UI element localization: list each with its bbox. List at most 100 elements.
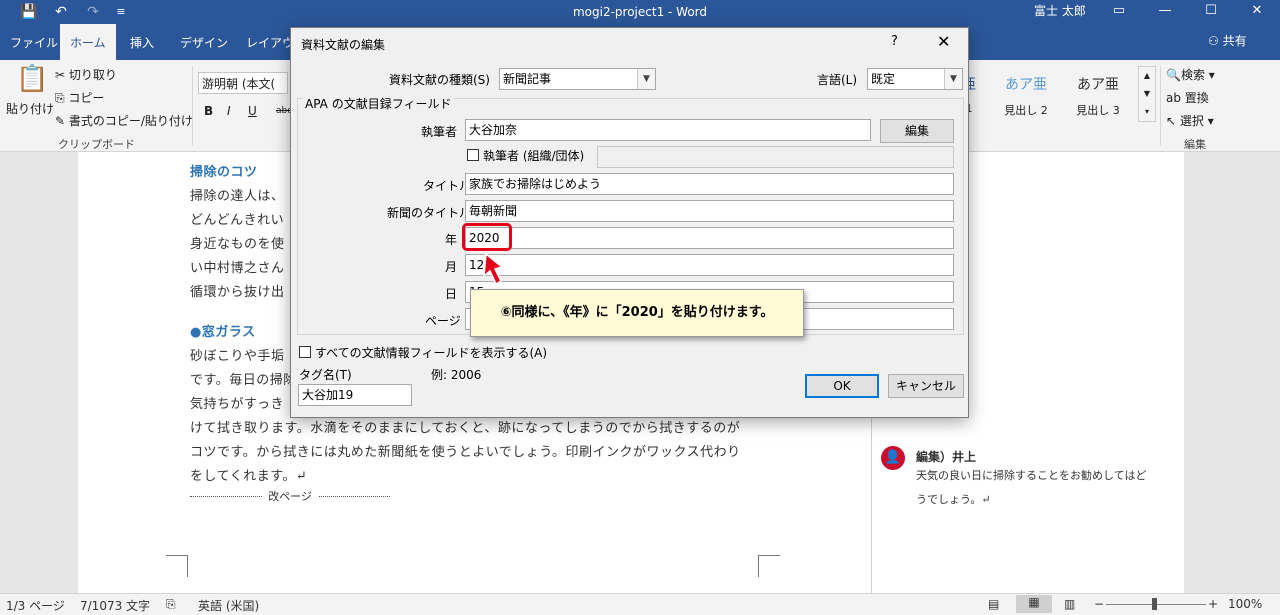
month-field[interactable]: 12	[465, 254, 954, 276]
share-button[interactable]: ⚇ 共有	[1208, 32, 1247, 49]
pointer-arrow-icon	[483, 252, 504, 286]
replace-icon: ab	[1166, 91, 1185, 105]
example-text: 例: 2006	[431, 368, 482, 382]
clipboard-group-label: クリップボード	[58, 138, 135, 151]
minimize-icon[interactable]: —	[1142, 0, 1188, 24]
year-field[interactable]: 2020	[465, 227, 954, 249]
select-button[interactable]: ↖ 選択 ▾	[1166, 112, 1214, 129]
fields-group-label: APA の文献目録フィールド	[303, 95, 454, 112]
tab-design[interactable]: デザイン	[170, 24, 238, 60]
doc-line[interactable]: コツです。から拭きには丸めた新聞紙を使うとよいでしょう。印刷インクがワックス代わ…	[190, 441, 741, 460]
month-label: 月	[445, 260, 458, 274]
year-label: 年	[445, 233, 458, 247]
zoom-level[interactable]: 100%	[1228, 597, 1262, 611]
maximize-icon[interactable]: ☐	[1188, 0, 1234, 24]
instruction-callout: ⑥同様に、《年》に「2020」を貼り付けます。	[470, 289, 804, 337]
doc-line[interactable]: 身近なものを使	[190, 233, 285, 252]
replace-button[interactable]: ab 置換	[1166, 89, 1209, 106]
help-icon[interactable]: ?	[891, 34, 898, 49]
paste-button[interactable]: 貼り付け	[6, 100, 54, 117]
title-label: タイトル	[423, 179, 472, 193]
read-mode-icon[interactable]: ▤	[988, 597, 999, 611]
tab-insert[interactable]: 挿入	[120, 24, 164, 60]
year-field-highlight	[462, 223, 512, 251]
page-label: ページ	[425, 314, 461, 328]
title-field[interactable]: 家族でお掃除はじめよう	[465, 173, 954, 195]
comment-text[interactable]: 天気の良い日に掃除することをお勧めしてはど	[916, 467, 1146, 483]
edit-author-button[interactable]: 編集	[880, 119, 954, 143]
proofing-icon[interactable]: ⎘	[166, 597, 176, 612]
newspaper-title-label: 新聞のタイトル	[387, 206, 472, 220]
italic-button[interactable]: I	[227, 104, 231, 118]
title-bar: 💾 ↶ ↷ ≡ mogi2-project1 - Word 富士 太郎 ▭ — …	[0, 0, 1280, 24]
doc-heading-cleaning[interactable]: 掃除のコツ	[190, 161, 258, 180]
ribbon-display-options-icon[interactable]: ▭	[1096, 0, 1142, 24]
comment-avatar-icon: 👤	[881, 446, 905, 470]
zoom-slider-thumb[interactable]	[1152, 598, 1157, 610]
doc-line[interactable]: 掃除の達人は、	[190, 185, 285, 204]
print-layout-icon[interactable]: ▦	[1016, 595, 1052, 613]
language-label: 言語(L)	[817, 73, 858, 87]
styles-scroll[interactable]: ▲ ▼ ▾	[1138, 66, 1156, 122]
doc-line[interactable]: けて拭き取ります。水滴をそのままにしておくと、跡になってしまうのでから拭きするの…	[190, 417, 740, 436]
web-layout-icon[interactable]: ▥	[1064, 597, 1075, 611]
doc-line[interactable]: 砂ぼこりや手垢	[190, 345, 285, 364]
doc-line[interactable]: です。毎日の掃除	[190, 369, 297, 388]
crop-mark	[166, 555, 188, 577]
copy-icon: ⎘	[55, 91, 69, 105]
author-field[interactable]: 大谷加奈	[465, 119, 871, 141]
copy-button[interactable]: ⎘ コピー	[55, 89, 104, 106]
show-all-fields-checkbox[interactable]	[299, 346, 311, 358]
scissors-icon: ✂	[55, 68, 69, 82]
user-name[interactable]: 富士 太郎	[1034, 0, 1086, 22]
zoom-out-button[interactable]: −	[1094, 597, 1104, 611]
source-type-select[interactable]: 新聞記事 ▼	[499, 68, 656, 90]
language-select[interactable]: 既定 ▼	[867, 68, 963, 90]
show-all-fields-label: すべての文献情報フィールドを表示する(A)	[315, 346, 548, 360]
window-title: mogi2-project1 - Word	[572, 5, 708, 19]
underline-button[interactable]: U	[248, 104, 257, 118]
close-icon[interactable]: ✕	[937, 32, 950, 51]
style-heading3[interactable]: あア亜 見出し 3	[1062, 66, 1134, 122]
bold-button[interactable]: B	[204, 104, 213, 118]
zoom-in-button[interactable]: +	[1208, 597, 1218, 611]
doc-line[interactable]: をしてくれます。↵	[190, 465, 307, 484]
ribbon-separator	[192, 66, 193, 146]
format-painter-button[interactable]: ✎ 書式のコピー/貼り付け	[55, 112, 193, 129]
ok-button[interactable]: OK	[805, 374, 879, 398]
corporate-author-checkbox[interactable]	[467, 149, 479, 161]
corporate-author-field	[597, 146, 954, 168]
doc-heading-window[interactable]: ●窓ガラス	[190, 321, 256, 340]
person-icon: ⚇	[1208, 34, 1223, 48]
doc-line[interactable]: 循環から抜け出	[190, 281, 285, 300]
tab-file[interactable]: ファイル	[0, 24, 68, 60]
doc-line[interactable]: 気持ちがすっき	[190, 393, 284, 412]
paste-icon[interactable]: 📋	[16, 64, 48, 94]
find-button[interactable]: 🔍検索 ▾	[1166, 66, 1215, 83]
doc-line[interactable]: い中村博之さん	[190, 257, 285, 276]
tag-name-field[interactable]: 大谷加19	[298, 384, 412, 406]
language-status[interactable]: 英語 (米国)	[198, 597, 259, 614]
page-count[interactable]: 1/3 ページ	[6, 597, 65, 614]
comment-author: 編集）井上	[916, 450, 977, 464]
cancel-button[interactable]: キャンセル	[888, 374, 964, 398]
source-type-label: 資料文献の種類(S)	[389, 73, 490, 87]
newspaper-title-field[interactable]: 毎朝新聞	[465, 200, 954, 222]
brush-icon: ✎	[55, 114, 69, 128]
edit-source-dialog: 資料文献の編集 ? ✕ 資料文献の種類(S) 新聞記事 ▼ 言語(L) 既定 ▼…	[290, 27, 969, 418]
comment-text[interactable]: うでしょう。↵	[916, 491, 991, 507]
close-window-icon[interactable]: ✕	[1234, 0, 1280, 24]
crop-mark	[758, 555, 780, 577]
font-name-box[interactable]: 游明朝 (本文(	[198, 72, 288, 94]
word-count[interactable]: 7/1073 文字	[80, 597, 150, 614]
cut-button[interactable]: ✂ 切り取り	[55, 66, 117, 83]
cursor-icon: ↖	[1166, 114, 1180, 128]
corporate-author-label: 執筆者 (組織/団体)	[483, 149, 585, 163]
doc-line[interactable]: どんどんきれい	[190, 209, 284, 228]
tab-home[interactable]: ホーム	[60, 24, 116, 60]
tag-name-label: タグ名(T)	[299, 368, 352, 382]
status-bar: 1/3 ページ 7/1073 文字 ⎘ 英語 (米国) ▤ ▦ ▥ − + 10…	[0, 593, 1280, 615]
chevron-down-icon: ▼	[944, 69, 962, 89]
style-heading2[interactable]: あア亜 見出し 2	[990, 66, 1062, 122]
dialog-title: 資料文献の編集	[301, 38, 386, 52]
